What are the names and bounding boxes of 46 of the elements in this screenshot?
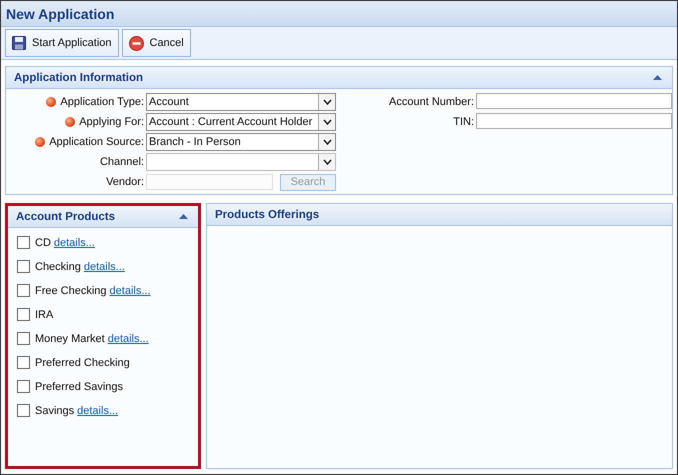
- panel-title: Account Products: [16, 210, 116, 222]
- product-name: Savings: [35, 404, 74, 416]
- field-label: Account Number:: [389, 96, 474, 108]
- checkbox[interactable]: [17, 284, 30, 297]
- details-link[interactable]: details...: [77, 404, 118, 416]
- product-name: Free Checking: [35, 284, 107, 296]
- cancel-button[interactable]: Cancel: [122, 29, 191, 57]
- start-application-button[interactable]: Start Application: [5, 29, 118, 57]
- input-field[interactable]: [476, 93, 672, 109]
- field-label: Vendor:: [106, 176, 144, 188]
- caret-icon: [322, 139, 332, 145]
- product-name: IRA: [35, 308, 54, 320]
- dropdown[interactable]: Branch - In Person: [146, 133, 336, 151]
- checkbox[interactable]: [17, 260, 30, 273]
- field-label: TIN:: [453, 116, 474, 128]
- dropdown[interactable]: Account : Current Account Holder: [146, 113, 336, 131]
- caret-icon: [322, 99, 332, 105]
- checkbox[interactable]: [17, 356, 30, 369]
- input-field[interactable]: [476, 113, 672, 129]
- checkbox[interactable]: [17, 380, 30, 393]
- product-name: Money Market: [35, 332, 105, 344]
- caret-icon: [322, 119, 332, 125]
- checkbox[interactable]: [17, 332, 30, 345]
- caret-icon: [322, 159, 332, 165]
- field-label: Channel:: [100, 156, 144, 168]
- cancel-icon: [128, 36, 144, 50]
- field-label: Application Type:: [60, 96, 144, 108]
- details-link[interactable]: details...: [54, 236, 95, 248]
- details-link[interactable]: details...: [108, 332, 149, 344]
- collapse-icon[interactable]: [179, 214, 188, 219]
- window-title: New Application: [6, 6, 114, 22]
- details-link[interactable]: details...: [110, 284, 151, 296]
- checkbox[interactable]: [17, 404, 30, 417]
- panel-title: Application Information: [14, 72, 144, 84]
- field-label: Application Source:: [49, 136, 144, 148]
- checkbox[interactable]: [17, 308, 30, 321]
- field-label: Applying For:: [79, 116, 144, 128]
- panel-title: Products Offerings: [215, 208, 320, 220]
- details-link[interactable]: details...: [84, 260, 125, 272]
- dropdown[interactable]: Account: [146, 93, 336, 111]
- checkbox[interactable]: [17, 236, 30, 249]
- product-name: Preferred Savings: [35, 380, 124, 392]
- product-name: CD: [35, 236, 51, 248]
- collapse-icon[interactable]: [653, 75, 662, 80]
- product-name: Checking: [35, 260, 81, 272]
- product-name: Preferred Checking: [35, 356, 130, 368]
